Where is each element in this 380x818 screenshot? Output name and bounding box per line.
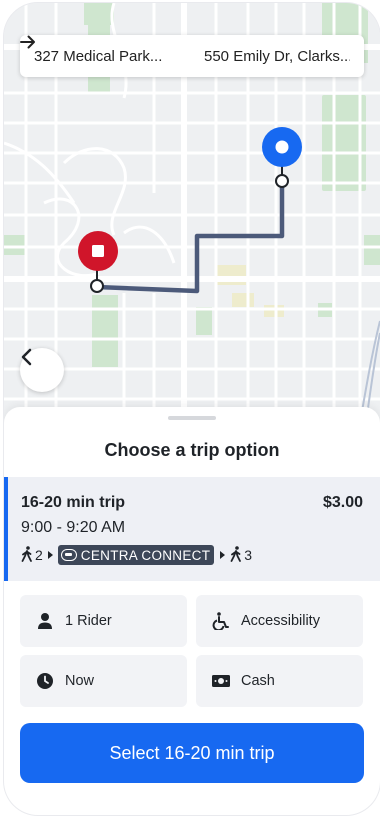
route-summary-bar[interactable]: 327 Medical Park... 550 Emily Dr, Clarks… — [20, 35, 364, 77]
walk-before-minutes: 2 — [35, 547, 43, 563]
wheelchair-icon — [211, 611, 231, 631]
trip-duration: 16-20 min trip — [21, 494, 126, 511]
time-label: Now — [65, 673, 95, 689]
riders-option[interactable]: 1 Rider — [20, 595, 187, 647]
back-button[interactable] — [20, 348, 64, 392]
leg-separator — [47, 551, 53, 559]
accessibility-option[interactable]: Accessibility — [196, 595, 363, 647]
walk-after-minutes: 3 — [244, 547, 253, 563]
agency-name: CENTRA CONNECT — [80, 547, 211, 563]
leg-separator — [220, 551, 226, 559]
walking-person-icon — [230, 545, 242, 565]
destination-address: 550 Emily Dr, Clarks... — [204, 47, 350, 65]
time-option[interactable]: Now — [20, 655, 187, 707]
agency-badge: CENTRA CONNECT — [57, 545, 215, 565]
accessibility-label: Accessibility — [241, 613, 320, 629]
trip-time-range: 9:00 - 9:20 AM — [21, 519, 126, 536]
trip-option-card[interactable]: 16-20 min trip $3.00 9:00 - 9:20 AM 2 CE… — [4, 477, 380, 581]
riders-label: 1 Rider — [65, 613, 112, 629]
trip-price: $3.00 — [322, 494, 363, 511]
agency-logo-icon — [60, 549, 77, 561]
walking-person-icon — [21, 545, 33, 565]
payment-option[interactable]: Cash — [196, 655, 363, 707]
payment-label: Cash — [241, 673, 275, 689]
sheet-title: Choose a trip option — [104, 440, 280, 460]
trip-options-sheet: Choose a trip option 16-20 min trip $3.0… — [4, 407, 380, 815]
trip-legs: 2 CENTRA CONNECT 3 — [21, 544, 257, 566]
sheet-drag-handle[interactable] — [168, 416, 216, 420]
app-screen: 327 Medical Park... 550 Emily Dr, Clarks… — [4, 3, 380, 815]
clock-icon — [35, 671, 55, 691]
origin-address: 327 Medical Park... — [34, 47, 163, 65]
select-trip-button[interactable]: Select 16-20 min trip — [20, 723, 364, 783]
cash-icon — [211, 671, 231, 691]
map-view[interactable]: 327 Medical Park... 550 Emily Dr, Clarks… — [4, 3, 380, 423]
person-icon — [35, 611, 55, 631]
